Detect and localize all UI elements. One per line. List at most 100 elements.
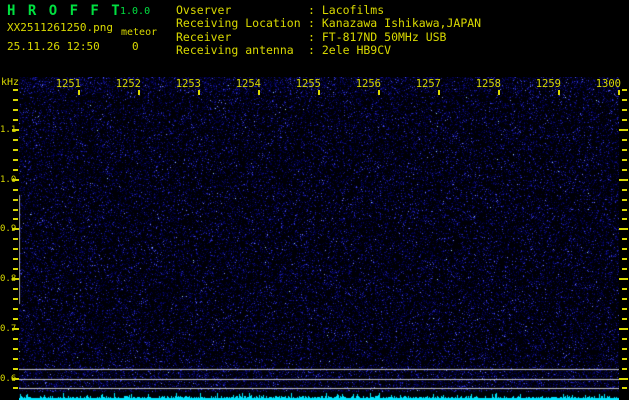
- y-minor-tick-right: [622, 159, 627, 161]
- y-minor-tick-right: [622, 218, 627, 220]
- app-title: H R O F F T: [7, 3, 122, 19]
- hrofft-output-screen: { "header": { "app_name": "H R O F F T",…: [0, 0, 629, 400]
- y-minor-tick-right: [622, 268, 627, 270]
- mode-label: meteor: [121, 27, 157, 38]
- y-minor-tick: [13, 109, 18, 111]
- y-minor-tick: [13, 99, 18, 101]
- y-minor-tick: [13, 248, 18, 250]
- y-major-tick: [12, 179, 19, 181]
- y-minor-tick: [13, 218, 18, 220]
- y-minor-tick: [13, 89, 18, 91]
- y-major-tick-right: [619, 378, 628, 380]
- info-label: Receiving antenna: [176, 44, 308, 57]
- y-major-tick: [12, 328, 19, 330]
- time-tick-label: 1256: [351, 78, 381, 90]
- y-minor-tick-right: [622, 368, 627, 370]
- time-tick: [498, 90, 500, 95]
- y-major-tick: [12, 278, 19, 280]
- y-major-tick-right: [619, 179, 628, 181]
- y-minor-tick-right: [622, 109, 627, 111]
- y-minor-tick-right: [622, 149, 627, 151]
- time-tick: [438, 90, 440, 95]
- y-tick-label: 0.9: [0, 224, 12, 234]
- y-tick-label: 0.7: [0, 324, 12, 334]
- info-value: : Lacofilms: [308, 3, 384, 17]
- y-minor-tick-right: [622, 89, 627, 91]
- time-tick: [318, 90, 320, 95]
- output-filename: XX2511261250.png: [7, 21, 113, 34]
- y-minor-tick-right: [622, 209, 627, 211]
- timestamp: 25.11.26 12:50: [7, 40, 100, 53]
- y-minor-tick: [13, 139, 18, 141]
- y-minor-tick-right: [622, 338, 627, 340]
- time-tick-label: 1253: [171, 78, 201, 90]
- y-minor-tick-right: [622, 308, 627, 310]
- time-tick: [378, 90, 380, 95]
- y-minor-tick-right: [622, 99, 627, 101]
- y-minor-tick: [13, 368, 18, 370]
- y-tick-label: 1.0: [0, 175, 12, 185]
- y-minor-tick-right: [622, 248, 627, 250]
- y-minor-tick-right: [622, 298, 627, 300]
- time-tick: [258, 90, 260, 95]
- y-minor-tick: [13, 119, 18, 121]
- time-tick-label: 1259: [531, 78, 561, 90]
- time-tick-label: 1252: [111, 78, 141, 90]
- y-minor-tick-right: [622, 258, 627, 260]
- y-major-tick-right: [619, 328, 628, 330]
- time-tick: [618, 90, 620, 95]
- y-minor-tick-right: [622, 238, 627, 240]
- y-minor-tick: [13, 298, 18, 300]
- time-tick-label: 1257: [411, 78, 441, 90]
- y-minor-tick-right: [622, 387, 627, 389]
- y-minor-tick: [13, 149, 18, 151]
- info-row-antenna: Receiving antenna: 2ele HB9CV: [176, 44, 481, 57]
- station-info: Ovserver: Lacofilms Receiving Location: …: [176, 4, 481, 58]
- spectrogram-canvas: [19, 77, 619, 400]
- info-value: : Kanazawa Ishikawa,JAPAN: [308, 16, 481, 30]
- y-minor-tick: [13, 238, 18, 240]
- info-row-observer: Ovserver: Lacofilms: [176, 4, 481, 17]
- y-minor-tick: [13, 348, 18, 350]
- time-tick: [558, 90, 560, 95]
- y-minor-tick-right: [622, 318, 627, 320]
- meteor-count: 0: [132, 40, 139, 53]
- info-row-location: Receiving Location: Kanazawa Ishikawa,JA…: [176, 17, 481, 30]
- y-minor-tick-right: [622, 169, 627, 171]
- info-label: Ovserver: [176, 4, 308, 17]
- y-major-tick-right: [619, 278, 628, 280]
- y-minor-tick: [13, 159, 18, 161]
- y-major-tick-right: [619, 228, 628, 230]
- y-major-tick: [12, 378, 19, 380]
- y-minor-tick: [13, 209, 18, 211]
- time-tick-label: 1251: [51, 78, 81, 90]
- y-minor-tick: [13, 387, 18, 389]
- y-minor-tick-right: [622, 189, 627, 191]
- y-minor-tick: [13, 338, 18, 340]
- time-tick: [78, 90, 80, 95]
- y-minor-tick-right: [622, 199, 627, 201]
- info-label: Receiving Location: [176, 17, 308, 30]
- y-major-tick: [12, 129, 19, 131]
- time-tick: [198, 90, 200, 95]
- y-tick-label: 1.1: [0, 125, 12, 135]
- y-minor-tick: [13, 199, 18, 201]
- y-minor-tick-right: [622, 119, 627, 121]
- y-minor-tick: [13, 268, 18, 270]
- y-minor-tick: [13, 169, 18, 171]
- y-minor-tick-right: [622, 348, 627, 350]
- time-tick-label: 1258: [471, 78, 501, 90]
- time-tick: [138, 90, 140, 95]
- y-minor-tick: [13, 189, 18, 191]
- app-version: 1.0.0: [120, 6, 150, 17]
- info-label: Receiver: [176, 31, 308, 44]
- y-minor-tick: [13, 258, 18, 260]
- info-row-receiver: Receiver: FT-817ND 50MHz USB: [176, 31, 481, 44]
- y-minor-tick: [13, 358, 18, 360]
- y-axis-unit-label: kHz: [1, 77, 19, 88]
- y-tick-label: 0.6: [0, 374, 12, 384]
- info-value: : 2ele HB9CV: [308, 43, 391, 57]
- y-tick-label: 0.8: [0, 274, 12, 284]
- y-minor-tick-right: [622, 139, 627, 141]
- info-value: : FT-817ND 50MHz USB: [308, 30, 446, 44]
